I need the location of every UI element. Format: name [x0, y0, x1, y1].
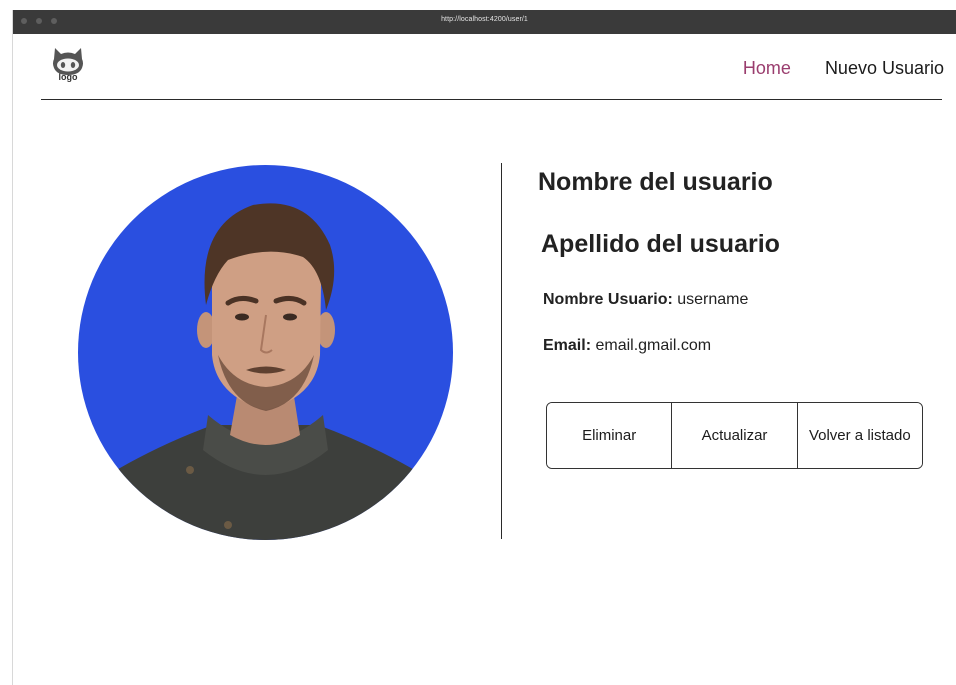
username-label: Nombre Usuario: — [543, 291, 673, 308]
user-first-name: Nombre del usuario — [538, 168, 773, 196]
username-value: username — [677, 291, 749, 308]
user-actions: Eliminar Actualizar Volver a listado — [546, 402, 923, 469]
nav-new-user-link[interactable]: Nuevo Usuario — [825, 58, 944, 79]
email-label: Email: — [543, 337, 592, 354]
nav-home-link[interactable]: Home — [743, 58, 791, 79]
top-nav: Home Nuevo Usuario — [743, 58, 944, 79]
update-button[interactable]: Actualizar — [671, 403, 797, 468]
user-last-name: Apellido del usuario — [541, 230, 780, 258]
back-to-list-button[interactable]: Volver a listado — [796, 403, 922, 468]
site-logo[interactable]: logo — [48, 42, 88, 86]
browser-titlebar: http://localhost:4200/user/1 — [13, 10, 956, 34]
email-row: Email: email.gmail.com — [543, 337, 711, 355]
content-divider — [501, 163, 502, 539]
delete-button[interactable]: Eliminar — [547, 403, 672, 468]
avatar-portrait — [78, 165, 453, 540]
logo-text: logo — [58, 72, 78, 82]
email-value: email.gmail.com — [595, 337, 712, 354]
address-bar[interactable]: http://localhost:4200/user/1 — [13, 16, 956, 23]
username-row: Nombre Usuario: username — [543, 291, 748, 309]
header-divider — [41, 99, 942, 100]
browser-window: http://localhost:4200/user/1 logo Home N… — [12, 10, 956, 685]
user-avatar — [78, 165, 453, 540]
